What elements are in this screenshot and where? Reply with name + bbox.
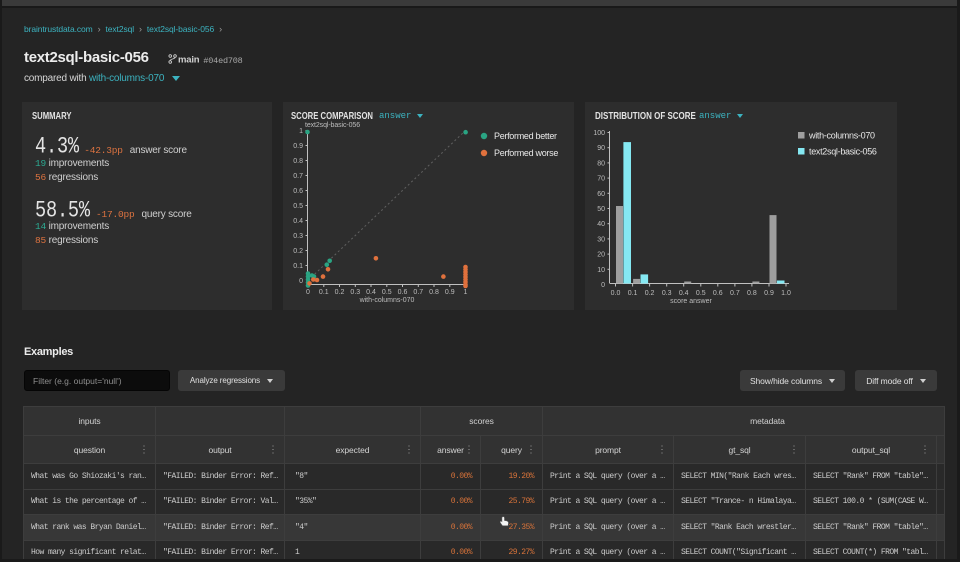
svg-text:0.6: 0.6 [398, 289, 408, 296]
svg-text:0.3: 0.3 [350, 289, 360, 296]
svg-text:0.9: 0.9 [293, 143, 303, 150]
svg-text:0.0: 0.0 [611, 290, 621, 297]
svg-text:0.7: 0.7 [293, 173, 303, 180]
svg-text:30: 30 [597, 236, 605, 243]
svg-text:0.6: 0.6 [713, 290, 723, 297]
svg-text:0.1: 0.1 [628, 290, 638, 297]
svg-text:0.7: 0.7 [413, 289, 423, 296]
svg-text:0: 0 [299, 278, 303, 285]
svg-text:80: 80 [597, 160, 605, 167]
svg-text:0.4: 0.4 [293, 218, 303, 225]
svg-text:0.9: 0.9 [445, 289, 455, 296]
svg-text:0.4: 0.4 [679, 290, 689, 297]
svg-text:0.5: 0.5 [382, 289, 392, 296]
svg-text:0.4: 0.4 [366, 289, 376, 296]
svg-text:0.5: 0.5 [293, 203, 303, 210]
svg-text:0.8: 0.8 [429, 289, 439, 296]
svg-text:20: 20 [597, 252, 605, 259]
svg-text:70: 70 [597, 176, 605, 183]
svg-text:0.2: 0.2 [645, 290, 655, 297]
svg-text:0: 0 [306, 289, 310, 296]
svg-text:1: 1 [299, 128, 303, 135]
svg-text:0.9: 0.9 [764, 290, 774, 297]
svg-text:0.1: 0.1 [293, 263, 303, 270]
svg-text:Performed worse: Performed worse [494, 148, 558, 158]
svg-text:0.3: 0.3 [662, 290, 672, 297]
svg-text:with-columns-070: with-columns-070 [359, 297, 415, 304]
svg-text:0.6: 0.6 [293, 188, 303, 195]
svg-text:text2sql-basic-056: text2sql-basic-056 [809, 147, 877, 157]
svg-text:text2sql-basic-056: text2sql-basic-056 [305, 122, 360, 129]
svg-text:0: 0 [601, 282, 605, 289]
svg-text:0.2: 0.2 [293, 248, 303, 255]
svg-text:40: 40 [597, 221, 605, 228]
svg-text:0.5: 0.5 [696, 290, 706, 297]
svg-text:0.7: 0.7 [730, 290, 740, 297]
svg-text:60: 60 [597, 191, 605, 198]
svg-text:50: 50 [597, 206, 605, 213]
svg-text:1: 1 [464, 289, 468, 296]
svg-text:0.8: 0.8 [293, 158, 303, 165]
svg-text:score answer: score answer [670, 298, 712, 305]
svg-text:0.3: 0.3 [293, 233, 303, 240]
svg-text:90: 90 [597, 145, 605, 152]
svg-text:10: 10 [597, 267, 605, 274]
svg-text:1.0: 1.0 [781, 290, 791, 297]
svg-text:with-columns-070: with-columns-070 [808, 131, 875, 141]
svg-text:0.8: 0.8 [747, 290, 757, 297]
svg-text:100: 100 [593, 130, 605, 137]
svg-text:Performed better: Performed better [494, 131, 557, 141]
svg-text:0.2: 0.2 [335, 289, 345, 296]
svg-text:0.1: 0.1 [319, 289, 329, 296]
